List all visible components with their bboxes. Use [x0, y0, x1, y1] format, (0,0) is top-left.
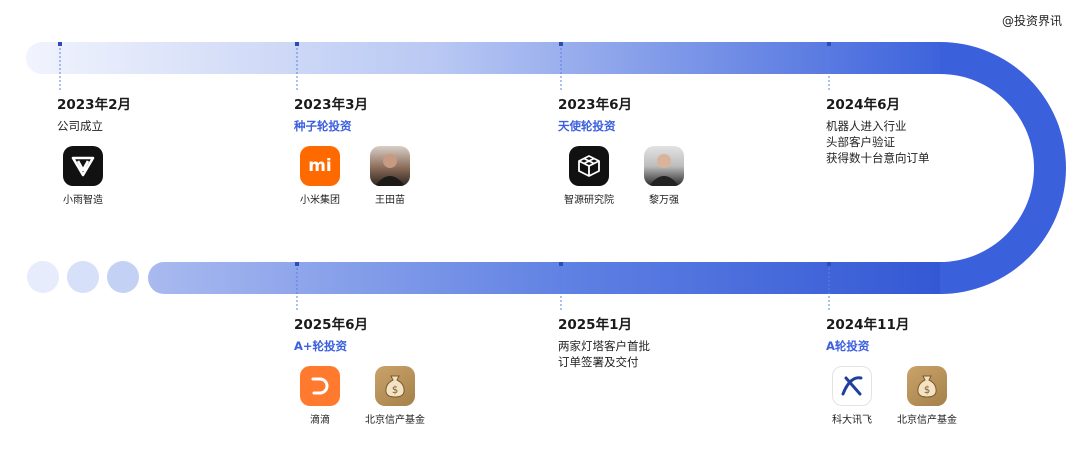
baai-logo-icon	[569, 146, 609, 186]
iflytek-logo-icon	[832, 366, 872, 406]
milestone-2024-06: 2024年6月 机器人进入行业 头部客户验证 获得数十台意向订单	[826, 96, 1056, 166]
xiaoyu-logo-icon	[63, 146, 103, 186]
milestone-dot	[295, 262, 299, 266]
milestone-2023-06: 2023年6月 天使轮投资 智源研究院 黎万强	[558, 96, 788, 206]
milestone-desc: 公司成立	[57, 119, 103, 133]
logo-caption: 小米集团	[300, 195, 340, 206]
milestone-desc: A轮投资	[826, 339, 870, 353]
logo-item: 小雨智造	[57, 146, 109, 206]
logo-caption: 黎万强	[649, 195, 679, 206]
watermark: @投资界讯	[1001, 14, 1062, 28]
milestone-desc-line: 获得数十台意向订单	[826, 151, 930, 165]
logo-caption: 北京信产基金	[897, 415, 957, 426]
xiaomi-logo-icon: mi	[300, 146, 340, 186]
logo-item: 王田苗	[364, 146, 416, 206]
milestone-dot	[295, 42, 299, 46]
logo-item: $ 北京信产基金	[896, 366, 958, 426]
xiaomi-mark: mi	[308, 156, 332, 176]
logo-caption: 科大讯飞	[832, 415, 872, 426]
money-bag-mark: $	[924, 385, 930, 396]
milestone-desc-line: 两家灯塔客户首批	[558, 339, 650, 353]
logo-item: 滴滴	[294, 366, 346, 426]
track-bottom-band	[148, 262, 940, 294]
milestone-date: 2024年11月	[826, 317, 910, 333]
logo-caption: 王田苗	[375, 195, 405, 206]
milestone-dot	[58, 42, 62, 46]
logo-item: 智源研究院	[558, 146, 620, 206]
milestone-desc: 机器人进入行业 头部客户验证 获得数十台意向订单	[826, 118, 1056, 166]
milestone-dot	[827, 42, 831, 46]
track-deco-circle	[27, 261, 59, 293]
milestone-dot	[827, 262, 831, 266]
milestone-date: 2023年6月	[558, 97, 632, 113]
logo-item: 科大讯飞	[826, 366, 878, 426]
milestone-desc-line: 头部客户验证	[826, 135, 895, 149]
milestone-2025-01: 2025年1月 两家灯塔客户首批 订单签署及交付	[558, 316, 788, 370]
money-bag-icon: $	[375, 366, 415, 406]
milestone-dot	[559, 262, 563, 266]
milestone-desc-line: 机器人进入行业	[826, 119, 907, 133]
track-top-band	[26, 42, 940, 74]
track-deco-circle	[67, 261, 99, 293]
milestone-2024-11: 2024年11月 A轮投资 科大讯飞 $ 北京信产基金	[826, 316, 1056, 426]
logo-item: $ 北京信产基金	[364, 366, 426, 426]
track-deco-circle	[107, 261, 139, 293]
milestone-2023-02: 2023年2月 公司成立 小雨智造	[57, 96, 287, 206]
logo-item: mi 小米集团	[294, 146, 346, 206]
money-bag-mark: $	[392, 385, 398, 396]
logo-caption: 智源研究院	[564, 195, 614, 206]
milestone-2025-06: 2025年6月 A+轮投资 滴滴 $ 北京信产基金	[294, 316, 524, 426]
milestone-desc: 天使轮投资	[558, 119, 616, 133]
milestone-2023-03: 2023年3月 种子轮投资 mi 小米集团 王田苗	[294, 96, 524, 206]
money-bag-icon: $	[907, 366, 947, 406]
milestone-date: 2024年6月	[826, 97, 900, 113]
milestone-date: 2025年6月	[294, 317, 368, 333]
logo-caption: 小雨智造	[63, 195, 103, 206]
person-photo-icon	[644, 146, 684, 186]
milestone-desc: 两家灯塔客户首批 订单签署及交付	[558, 338, 788, 370]
milestone-date: 2023年2月	[57, 97, 131, 113]
track-curve	[940, 42, 1066, 294]
person-photo-icon	[370, 146, 410, 186]
logo-caption: 北京信产基金	[365, 415, 425, 426]
logo-item: 黎万强	[638, 146, 690, 206]
logo-caption: 滴滴	[310, 415, 330, 426]
milestone-desc: A+轮投资	[294, 339, 348, 353]
milestone-date: 2025年1月	[558, 317, 632, 333]
milestone-date: 2023年3月	[294, 97, 368, 113]
didi-logo-icon	[300, 366, 340, 406]
milestone-desc-line: 订单签署及交付	[558, 355, 639, 369]
milestone-dot	[559, 42, 563, 46]
milestone-desc: 种子轮投资	[294, 119, 352, 133]
